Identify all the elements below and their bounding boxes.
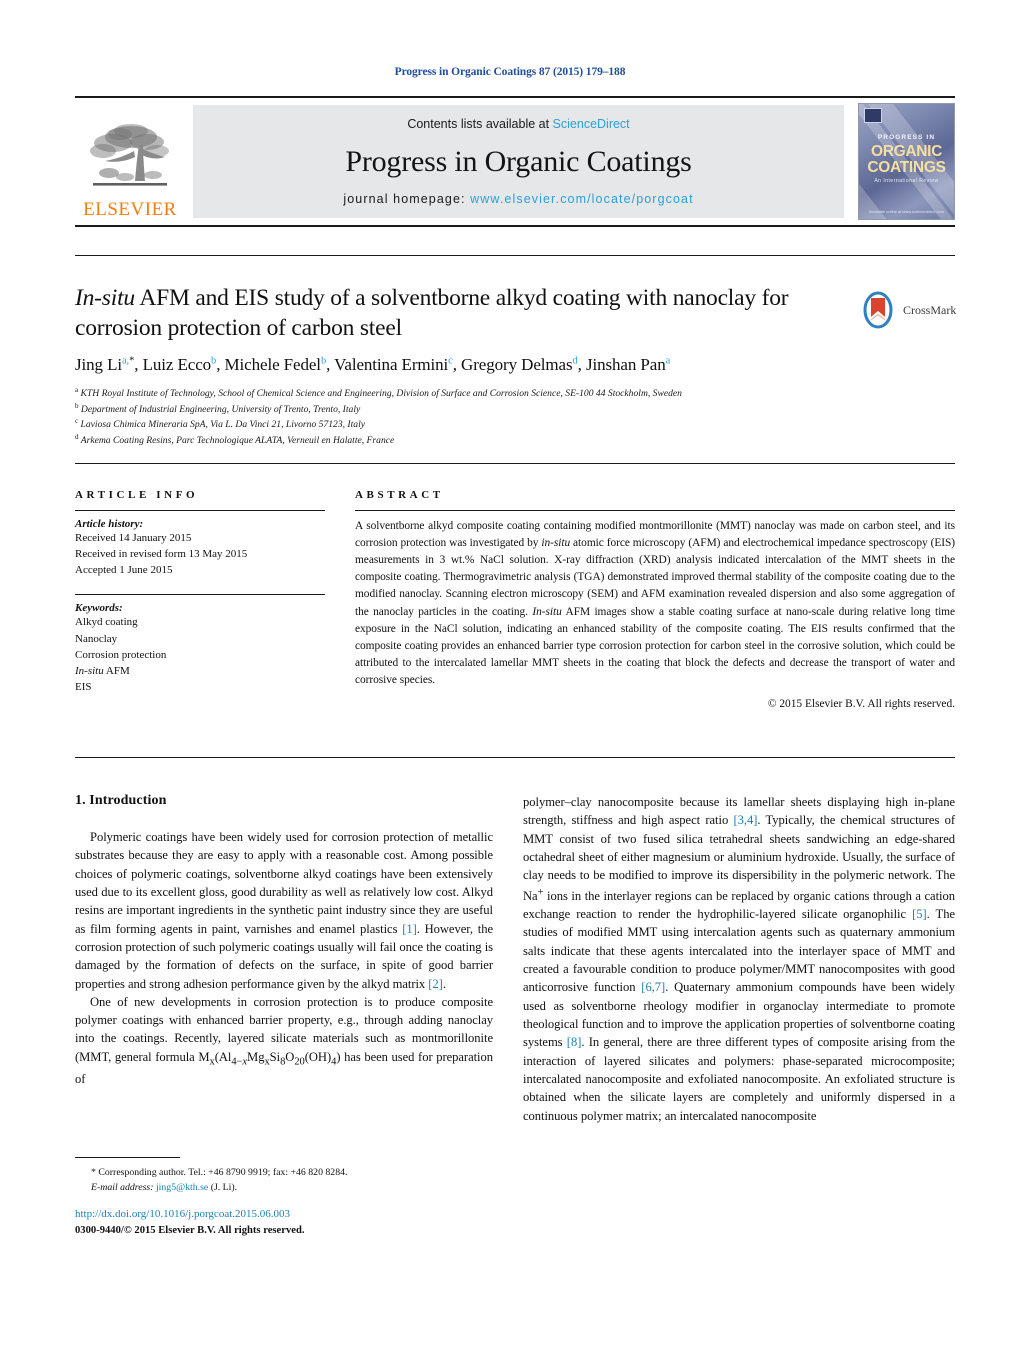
- citation-ref-2[interactable]: [2]: [428, 977, 443, 991]
- author-affiliation-marker: a: [665, 355, 671, 367]
- article-history-label: Article history:: [75, 518, 144, 530]
- intro-right-seg-f: . In general, there are three different …: [523, 1035, 955, 1123]
- citation-ref-8[interactable]: [8]: [567, 1035, 582, 1049]
- footer-doi-block: http://dx.doi.org/10.1016/j.porgcoat.201…: [75, 1207, 505, 1238]
- footnote-star: *: [91, 1167, 96, 1178]
- intro-p1-seg-c: .: [442, 976, 446, 991]
- author-affiliation-marker: b: [211, 355, 217, 367]
- cover-progress-text: PROGRESS IN: [877, 134, 936, 141]
- journal-homepage-link[interactable]: www.elsevier.com/locate/porgcoat: [470, 192, 693, 206]
- cover-elsevier-mark: [864, 108, 882, 123]
- abstract-column: ABSTRACT A solventborne alkyd composite …: [355, 489, 955, 710]
- corresponding-author-marker: *: [129, 355, 135, 367]
- running-head: Progress in Organic Coatings 87 (2015) 1…: [394, 66, 626, 78]
- body-column-left: 1. Introduction Polymeric coatings have …: [75, 793, 493, 1088]
- elsevier-tree-icon: [90, 124, 169, 186]
- cover-subtitle-text: An International Review: [874, 178, 939, 184]
- info-divider-top: [75, 463, 955, 464]
- citation-ref-5[interactable]: [5]: [912, 907, 927, 921]
- footnote-email-link[interactable]: jing5@kth.se: [156, 1182, 208, 1193]
- abstract-italic-1: in-situ: [541, 537, 571, 550]
- title-italic-part: In-situ: [75, 285, 135, 311]
- intro-p1-seg-a: Polymeric coatings have been widely used…: [75, 830, 493, 936]
- article-info-rule: [75, 510, 325, 511]
- abstract-body: A solventborne alkyd composite coating c…: [355, 518, 955, 689]
- journal-homepage-line: journal homepage: www.elsevier.com/locat…: [193, 192, 844, 206]
- footnote-email-label: E-mail address:: [91, 1181, 154, 1193]
- elsevier-logo: ELSEVIER: [75, 98, 185, 225]
- crossmark-icon: [863, 291, 893, 329]
- article-page: Progress in Organic Coatings 87 (2015) 1…: [0, 0, 1020, 1351]
- keywords-rule: [75, 594, 325, 596]
- author-affiliation-marker: b: [320, 355, 327, 367]
- sciencedirect-link[interactable]: ScienceDirect: [553, 117, 630, 131]
- footnote-divider: [75, 1157, 180, 1158]
- affiliation-marker: b: [75, 401, 79, 410]
- info-divider-bottom: [75, 757, 955, 758]
- journal-title: Progress in Organic Coatings: [345, 145, 692, 178]
- intro-paragraph-right: polymer–clay nanocomposite because its l…: [523, 793, 955, 1125]
- abstract-copyright: © 2015 Elsevier B.V. All rights reserved…: [767, 698, 955, 711]
- keywords-label: Keywords:: [75, 602, 123, 615]
- title-divider: [75, 255, 955, 256]
- affiliation-item: c Laviosa Chimica Mineraria SpA, Via L. …: [75, 416, 366, 431]
- title-rest: AFM and EIS study of a solventborne alky…: [75, 285, 789, 342]
- abstract-rule: [355, 510, 955, 511]
- article-history-accepted: Accepted 1 June 2015: [75, 564, 173, 577]
- journal-band: Contents lists available at ScienceDirec…: [193, 105, 844, 218]
- keyword-item: EIS: [75, 681, 92, 694]
- journal-masthead: ELSEVIER Contents lists available at Sci…: [75, 96, 955, 227]
- author-name[interactable]: Jing Li: [75, 355, 122, 374]
- author-name[interactable]: Gregory Delmas: [461, 355, 573, 374]
- article-history-received: Received 14 January 2015: [75, 532, 192, 544]
- cover-coatings-text: COATINGS: [867, 159, 946, 176]
- contents-list-line: Contents lists available at ScienceDirec…: [193, 117, 844, 131]
- intro-right-seg-c: ions in the interlayer regions can be re…: [523, 888, 955, 922]
- author-name[interactable]: Luiz Ecco: [143, 355, 212, 374]
- abstract-heading: ABSTRACT: [355, 489, 444, 501]
- intro-paragraph-1: Polymeric coatings have been widely used…: [75, 828, 493, 993]
- body-column-right: polymer–clay nanocomposite because its l…: [523, 793, 955, 1125]
- elsevier-wordmark: ELSEVIER: [83, 199, 177, 220]
- citation-ref-1[interactable]: [1]: [402, 922, 417, 936]
- article-history-revised: Received in revised form 13 May 2015: [75, 548, 248, 561]
- contents-prefix: Contents lists available at: [407, 117, 553, 131]
- doi-link[interactable]: http://dx.doi.org/10.1016/j.porgcoat.201…: [75, 1207, 505, 1223]
- author-affiliation-marker: c: [448, 355, 453, 367]
- affiliation-item: a KTH Royal Institute of Technology, Sch…: [75, 385, 682, 399]
- keyword-item: Nanoclay: [75, 632, 118, 645]
- affiliation-marker: a: [75, 385, 79, 394]
- affiliation-item: d Arkema Coating Resins, Parc Technologi…: [75, 432, 395, 446]
- author-name[interactable]: Jinshan Pan: [586, 355, 666, 374]
- affiliation-list: a KTH Royal Institute of Technology, Sch…: [75, 386, 955, 448]
- article-info-heading: ARTICLE INFO: [75, 489, 199, 501]
- author-list: Jing Lia,*, Luiz Eccob, Michele Fedelb, …: [75, 355, 671, 374]
- article-info-column: ARTICLE INFO Article history: Received 1…: [75, 489, 325, 695]
- homepage-prefix: journal homepage:: [343, 192, 471, 206]
- journal-cover-thumbnail[interactable]: PROGRESS IN ORGANIC COATINGS An Internat…: [858, 103, 955, 220]
- keyword-item: Alkyd coating: [75, 616, 138, 629]
- page-title: In-situ AFM and EIS study of a solventbo…: [75, 283, 795, 343]
- footnote-email-suffix: (J. Li).: [208, 1181, 238, 1193]
- crossmark-badge[interactable]: CrossMark: [858, 288, 963, 332]
- author-name[interactable]: Michele Fedel: [225, 355, 322, 374]
- issn-copyright-line: 0300-9440/© 2015 Elsevier B.V. All right…: [75, 1224, 305, 1236]
- affiliation-marker: d: [75, 432, 79, 441]
- cover-footer-text: Available online at www.sciencedirect.co…: [868, 209, 945, 214]
- citation-ref-6-7[interactable]: [6,7]: [641, 980, 665, 994]
- section-heading-introduction: 1. Introduction: [75, 793, 167, 808]
- keyword-item: Corrosion protection: [75, 648, 167, 661]
- author-name[interactable]: Valentina Ermini: [334, 355, 448, 374]
- keyword-item: In-situ AFM: [75, 664, 130, 677]
- cover-organic-text: ORGANIC: [870, 143, 943, 160]
- author-affiliation-marker: d: [572, 355, 578, 367]
- footnote-block: * Corresponding author. Tel.: +46 8790 9…: [75, 1166, 495, 1196]
- footnote-corresponding-author: Corresponding author. Tel.: +46 8790 991…: [98, 1167, 348, 1178]
- citation-ref-3-4[interactable]: [3,4]: [733, 813, 757, 827]
- intro-paragraph-2: One of new developments in corrosion pro…: [75, 994, 493, 1086]
- affiliation-item: b Department of Industrial Engineering, …: [75, 401, 361, 415]
- crossmark-label: CrossMark: [903, 302, 957, 317]
- abstract-italic-2: In-situ: [532, 605, 562, 618]
- affiliation-marker: c: [75, 416, 79, 425]
